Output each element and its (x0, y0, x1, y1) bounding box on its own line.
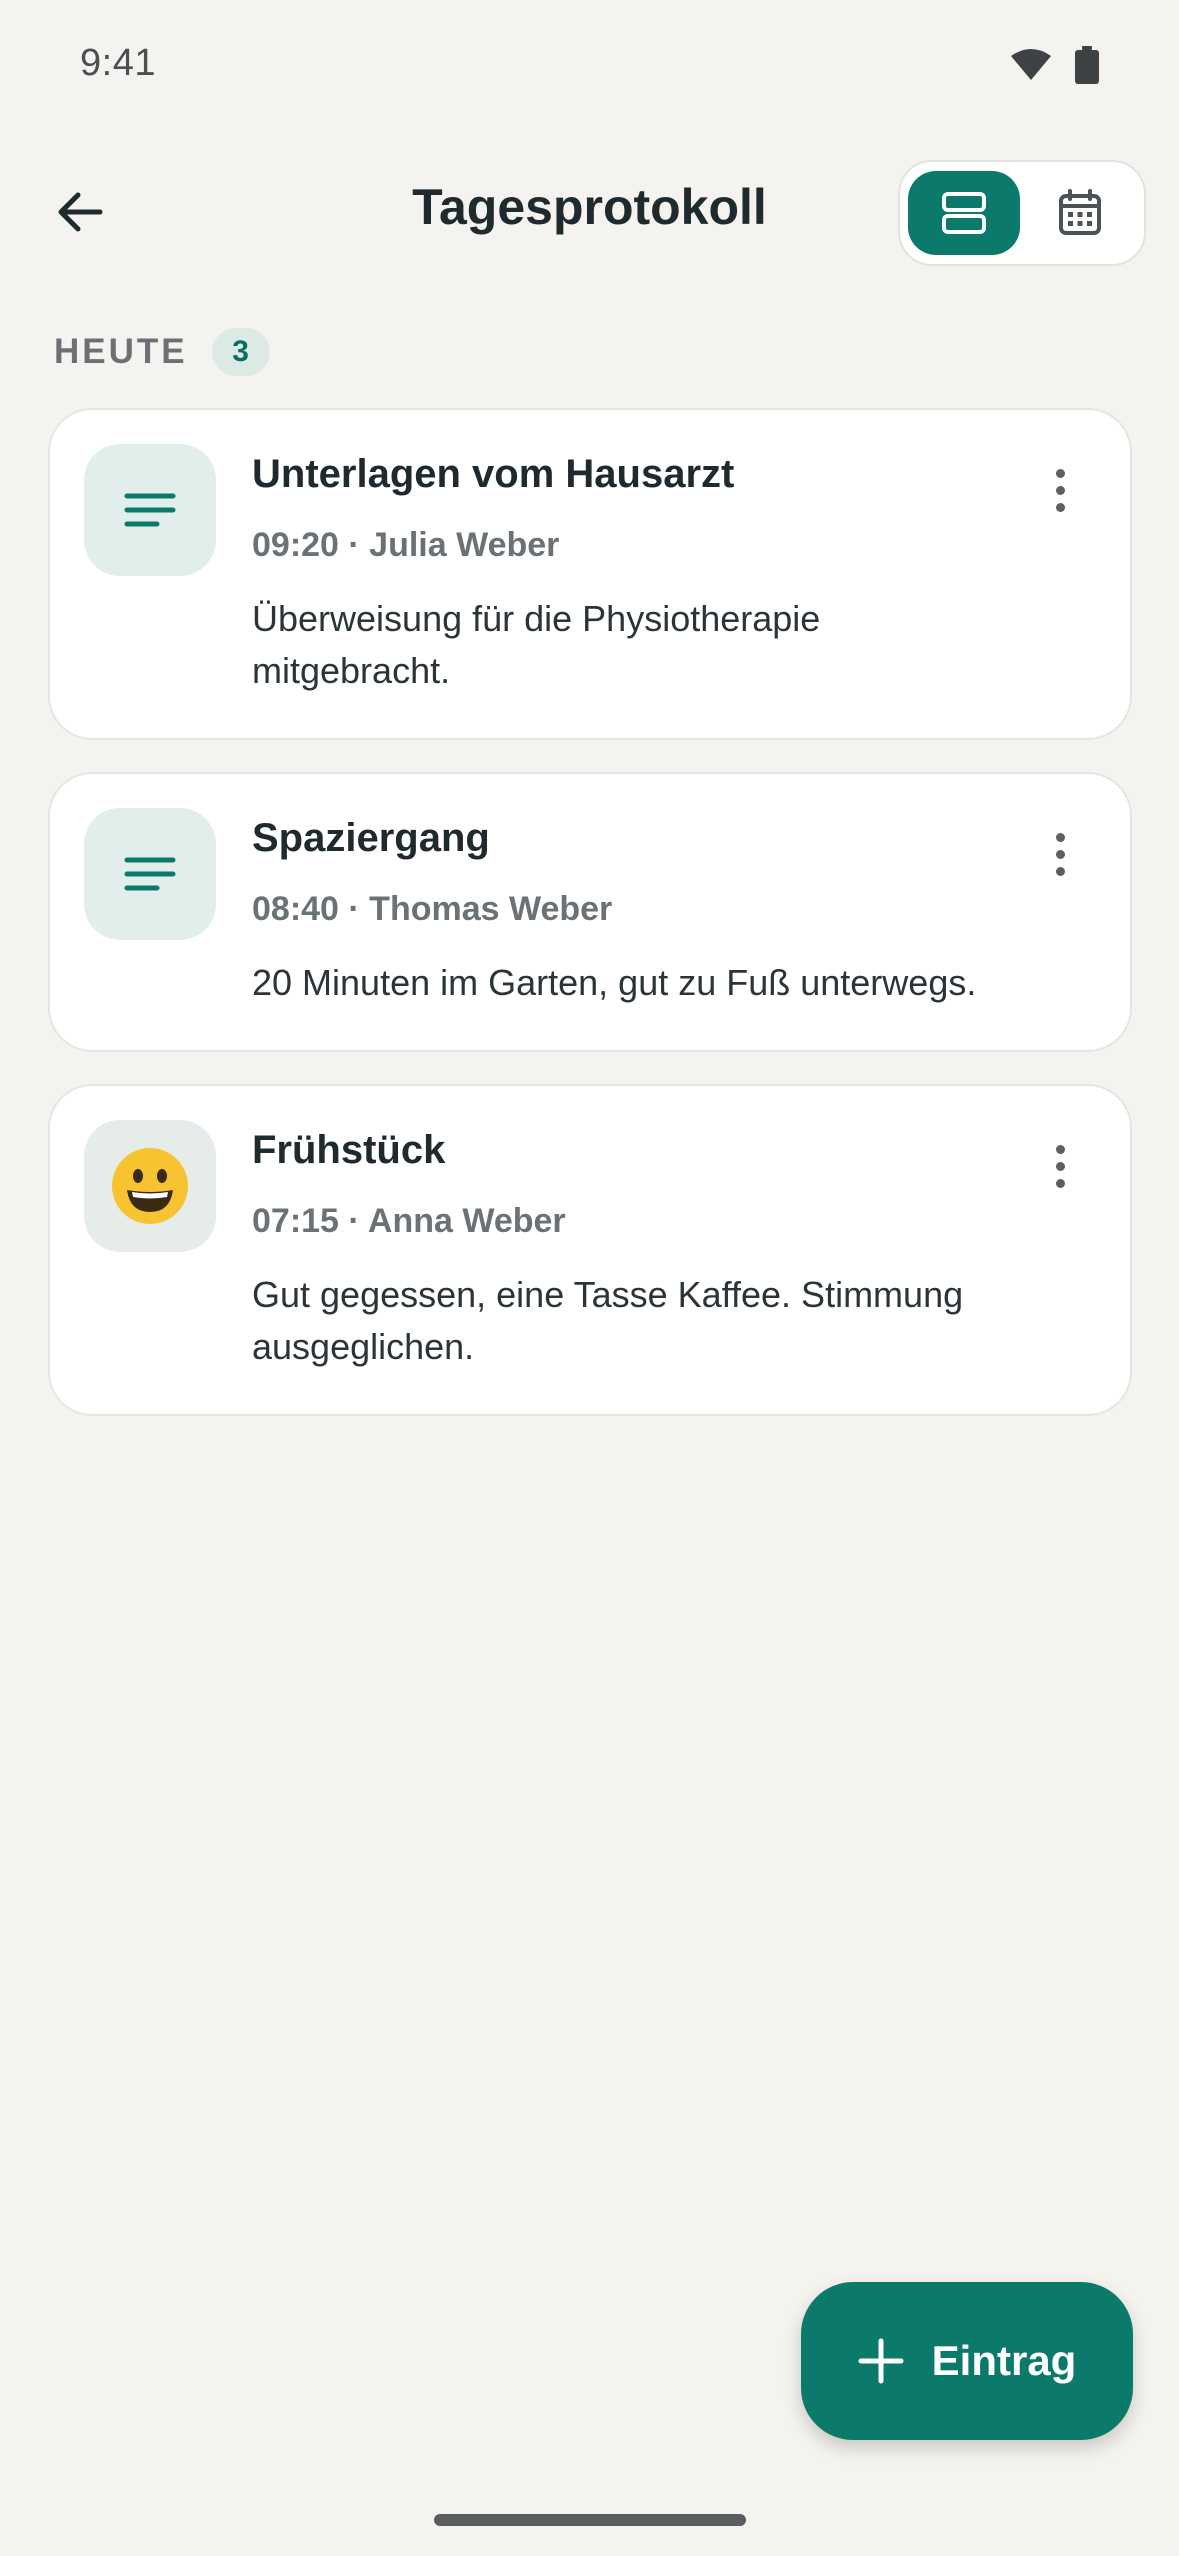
view-toggle (898, 160, 1146, 266)
entry-type-avatar (84, 808, 216, 940)
wifi-icon (1011, 49, 1051, 80)
entry-type-avatar (84, 444, 216, 576)
fab-label: Eintrag (931, 2337, 1077, 2384)
entry-title: Frühstück (252, 1128, 446, 1172)
notes-icon (124, 857, 176, 891)
more-vert-icon (1055, 468, 1065, 478)
entry-meta: 08:40 · Thomas Weber (252, 890, 613, 928)
entry-title: Spaziergang (252, 816, 490, 860)
status-icons (1009, 46, 1099, 84)
section-count-badge: 3 (211, 328, 270, 376)
entry-note: Überweisung für die Physiotherapie mitge… (252, 598, 821, 691)
more-options-button[interactable] (1030, 460, 1090, 520)
plus-icon (858, 2338, 904, 2384)
list-view-icon (942, 192, 986, 234)
battery-icon (1075, 46, 1099, 84)
status-bar: 9:41 (0, 0, 1179, 130)
more-vert-icon (1055, 1144, 1065, 1154)
entry-card[interactable]: Unterlagen vom Hausarzt 09:20 · Julia We… (48, 408, 1132, 740)
status-time: 9:41 (80, 42, 156, 84)
section-header-today: HEUTE 3 (54, 328, 270, 376)
entry-note: Gut gegessen, eine Tasse Kaffee. Stimmun… (252, 1274, 964, 1367)
more-options-button[interactable] (1030, 1136, 1090, 1196)
calendar-icon (1059, 189, 1101, 235)
entry-card[interactable]: Frühstück 07:15 · Anna Weber Gut gegesse… (48, 1084, 1132, 1416)
home-indicator[interactable] (434, 2514, 746, 2526)
more-vert-icon (1055, 832, 1065, 842)
section-label: HEUTE (54, 332, 188, 371)
entry-meta: 07:15 · Anna Weber (252, 1202, 566, 1240)
more-options-button[interactable] (1030, 824, 1090, 884)
top-app-bar: Tagesprotokoll (0, 150, 1179, 280)
entry-card[interactable]: Spaziergang 08:40 · Thomas Weber 20 Minu… (48, 772, 1132, 1052)
entry-note: 20 Minuten im Garten, gut zu Fuß unterwe… (252, 962, 977, 1003)
notes-icon (124, 493, 176, 527)
smiley-icon (112, 1148, 188, 1224)
add-entry-fab[interactable]: Eintrag (801, 2282, 1133, 2440)
entry-type-avatar (84, 1120, 216, 1252)
entry-title: Unterlagen vom Hausarzt (252, 452, 735, 496)
entry-meta: 09:20 · Julia Weber (252, 526, 560, 564)
calendar-view-toggle[interactable] (1024, 171, 1136, 255)
list-view-toggle[interactable] (908, 171, 1020, 255)
entry-list: Unterlagen vom Hausarzt 09:20 · Julia We… (48, 408, 1132, 1448)
